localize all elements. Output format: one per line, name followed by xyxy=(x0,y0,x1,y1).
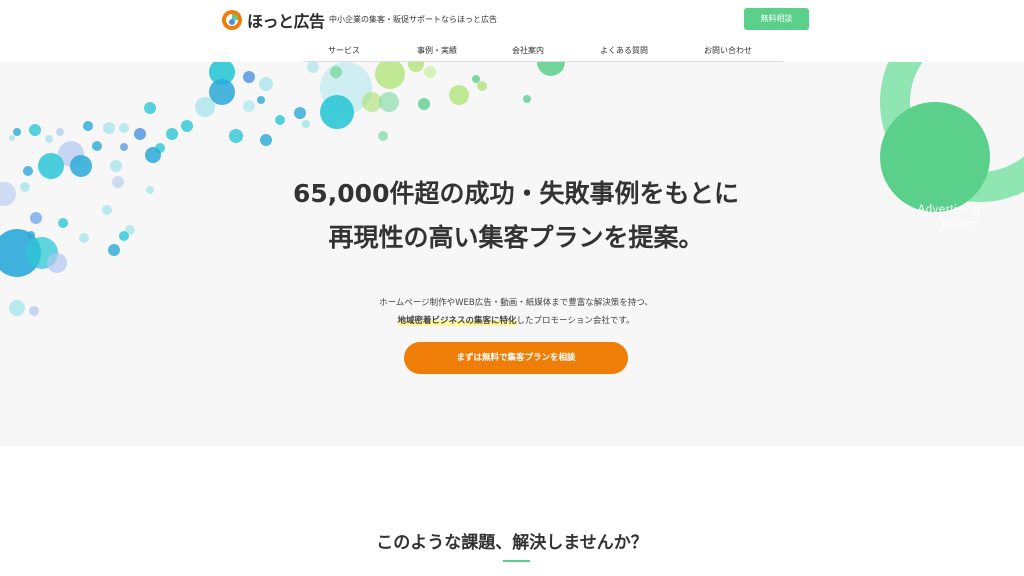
headline-line-2: 再現性の高い集客プランを提案。 xyxy=(328,223,704,252)
main-nav: サービス 事例・実績 会社案内 よくある質問 お問い合わせ xyxy=(303,40,783,62)
consult-plan-button[interactable]: まずは無料で集客プランを相談 xyxy=(404,342,628,374)
nav-item-faq[interactable]: よくある質問 xyxy=(600,45,648,56)
subtext-rest: したプロモーション会社です。 xyxy=(516,316,635,326)
badge-line-2: Design xyxy=(941,219,980,231)
problems-section xyxy=(0,446,1024,576)
hero-section: Advertising Design 65,000件超の成功・失敗事例をもとに … xyxy=(0,62,1024,446)
logo[interactable]: ほっと広告 xyxy=(221,8,325,32)
free-consult-button[interactable]: 無料相談 xyxy=(744,8,809,30)
section-title: このような課題、解決しませんか？ xyxy=(376,533,648,553)
highlight-text: 地域密着ビジネスの集客に特化 xyxy=(397,316,517,326)
logo-icon xyxy=(221,9,243,31)
badge-line-1: Advertising xyxy=(917,204,980,216)
header-tagline: 中小企業の集客・販促サポートならほっと広告 xyxy=(329,15,497,24)
nav-item-contact[interactable]: お問い合わせ xyxy=(704,45,752,56)
hero-subtext-1: ホームページ制作やWEB広告・動画・紙媒体まで豊富な解決策を持つ、 xyxy=(379,298,653,308)
title-underline xyxy=(503,560,530,562)
headline-line-1: 65,000件超の成功・失敗事例をもとに xyxy=(293,179,739,208)
nav-item-company[interactable]: 会社案内 xyxy=(512,45,544,56)
logo-text: ほっと広告 xyxy=(247,12,325,31)
hero-subtext-2: 地域密着ビジネスの集客に特化したプロモーション会社です。 xyxy=(260,314,772,326)
nav-item-service[interactable]: サービス xyxy=(328,45,360,56)
advertising-design-badge: Advertising Design xyxy=(898,203,980,233)
nav-item-cases[interactable]: 事例・実績 xyxy=(417,45,457,56)
hero-headline: 65,000件超の成功・失敗事例をもとに 再現性の高い集客プランを提案。 xyxy=(250,172,782,260)
site-header: ほっと広告 中小企業の集客・販促サポートならほっと広告 無料相談 サービス 事例… xyxy=(0,0,1024,62)
